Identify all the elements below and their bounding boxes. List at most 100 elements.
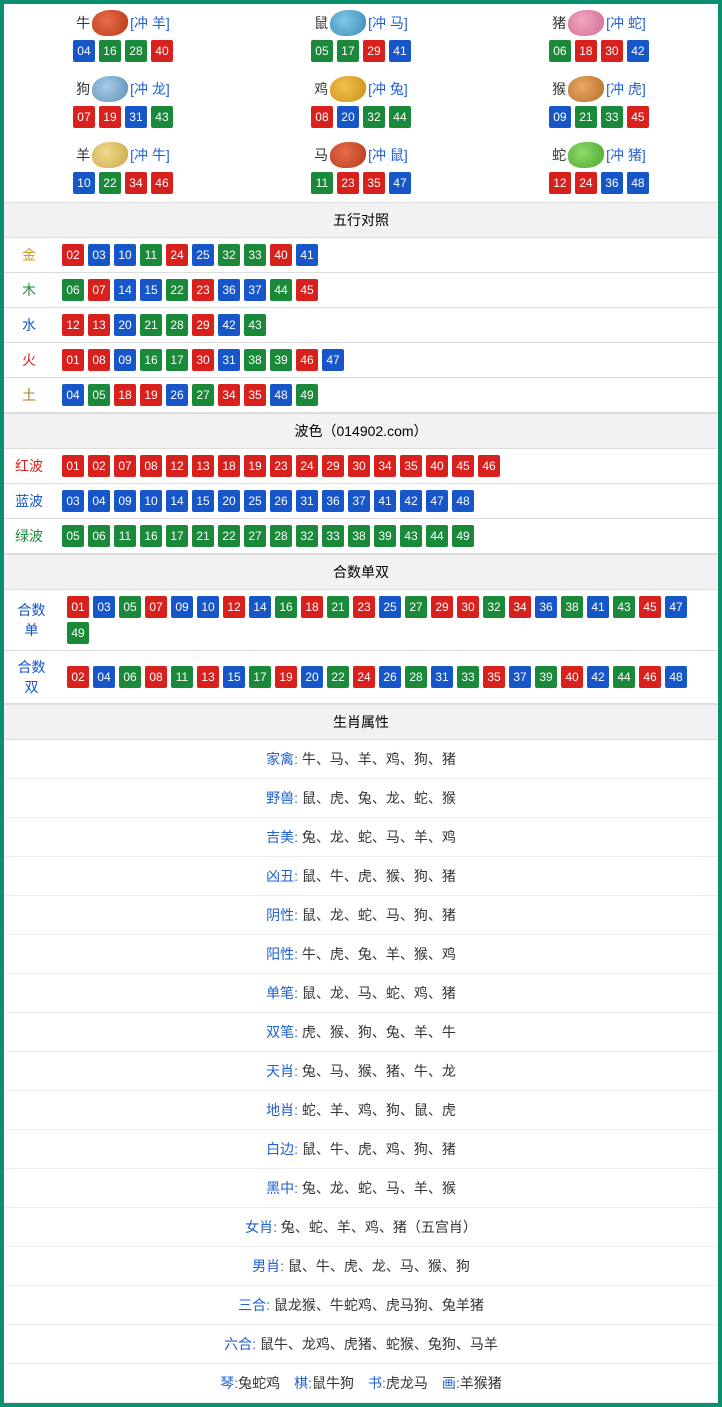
number-badge: 10: [140, 490, 162, 512]
attr-value: 鼠、龙、马、蛇、鸡、猪: [302, 985, 456, 1001]
number-badge: 30: [601, 40, 623, 62]
attr-value: 鼠牛、龙鸡、虎猪、蛇猴、兔狗、马羊: [260, 1336, 498, 1352]
number-badge: 37: [244, 279, 266, 301]
attr-value: 兔、马、猴、猪、牛、龙: [302, 1063, 456, 1079]
number-badge: 24: [575, 172, 597, 194]
number-badge: 05: [88, 384, 110, 406]
attr-key: 天肖:: [266, 1063, 302, 1079]
number-badge: 22: [99, 172, 121, 194]
number-badge: 42: [587, 666, 609, 688]
attr-value: 兔、龙、蛇、马、羊、鸡: [302, 829, 456, 845]
zodiac-name: 狗: [76, 79, 90, 99]
number-badge: 09: [114, 349, 136, 371]
zodiac-name: 鼠: [314, 13, 328, 33]
number-badge: 28: [270, 525, 292, 547]
number-badge: 49: [67, 622, 89, 644]
number-badge: 46: [478, 455, 500, 477]
zodiac-name: 羊: [76, 145, 90, 165]
attr-value: 兔、蛇、羊、鸡、猪（五宫肖）: [281, 1219, 477, 1235]
attr-key: 野兽:: [266, 790, 302, 806]
zodiac-name: 牛: [76, 13, 90, 33]
number-badge: 32: [363, 106, 385, 128]
number-badge: 13: [88, 314, 110, 336]
table-wuxing: 金02031011242532334041木060714152223363744…: [4, 238, 718, 413]
zodiac-cell: 蛇[冲 猪]12243648: [480, 136, 718, 202]
number-badge: 03: [88, 244, 110, 266]
number-badge: 37: [509, 666, 531, 688]
row-numbers: 0108091617303138394647: [54, 343, 718, 378]
number-badge: 11: [114, 525, 136, 547]
zodiac-clash: [冲 蛇]: [606, 13, 646, 33]
number-badge: 20: [301, 666, 323, 688]
number-badge: 18: [575, 40, 597, 62]
attr-row: 黑中: 兔、龙、蛇、马、羊、猴: [4, 1169, 718, 1208]
row-numbers: 0102070812131819232429303435404546: [54, 449, 718, 484]
number-badge: 29: [431, 596, 453, 618]
attr-key: 阳性:: [266, 946, 302, 962]
number-badge: 15: [140, 279, 162, 301]
number-badge: 14: [249, 596, 271, 618]
number-badge: 44: [426, 525, 448, 547]
number-badge: 08: [311, 106, 333, 128]
number-badge: 33: [457, 666, 479, 688]
number-badge: 19: [275, 666, 297, 688]
number-badge: 29: [363, 40, 385, 62]
number-badge: 32: [483, 596, 505, 618]
number-badge: 21: [192, 525, 214, 547]
number-badge: 02: [67, 666, 89, 688]
rooster-icon: [330, 76, 366, 102]
number-badge: 36: [535, 596, 557, 618]
row-label: 红波: [4, 449, 54, 484]
number-badge: 02: [62, 244, 84, 266]
number-badge: 13: [197, 666, 219, 688]
number-badge: 21: [140, 314, 162, 336]
row-label: 土: [4, 378, 54, 413]
monkey-icon: [568, 76, 604, 102]
number-badge: 31: [218, 349, 240, 371]
number-badge: 08: [140, 455, 162, 477]
attr-row: 吉美: 兔、龙、蛇、马、羊、鸡: [4, 818, 718, 857]
zodiac-clash: [冲 龙]: [130, 79, 170, 99]
number-badge: 30: [348, 455, 370, 477]
attr-key: 女肖:: [245, 1219, 281, 1235]
number-badge: 41: [587, 596, 609, 618]
number-badge: 07: [73, 106, 95, 128]
number-badge: 36: [601, 172, 623, 194]
table-row: 合数双0204060811131517192022242628313335373…: [4, 651, 718, 704]
attr-row: 男肖: 鼠、牛、虎、龙、马、猴、狗: [4, 1247, 718, 1286]
number-badge: 12: [549, 172, 571, 194]
number-badge: 31: [431, 666, 453, 688]
row-numbers: 06071415222336374445: [54, 273, 718, 308]
number-badge: 41: [374, 490, 396, 512]
number-badge: 35: [363, 172, 385, 194]
number-badge: 04: [62, 384, 84, 406]
number-badge: 10: [73, 172, 95, 194]
number-badge: 40: [151, 40, 173, 62]
number-badge: 22: [327, 666, 349, 688]
zodiac-cell: 猪[冲 蛇]06183042: [480, 4, 718, 70]
table-row: 土04051819262734354849: [4, 378, 718, 413]
number-badge: 28: [405, 666, 427, 688]
attr-row: 白边: 鼠、牛、虎、鸡、狗、猪: [4, 1130, 718, 1169]
row-numbers: 0103050709101214161821232527293032343638…: [59, 590, 718, 651]
attr-value: 虎、猴、狗、兔、羊、牛: [302, 1024, 456, 1040]
attr-value: 鼠、牛、虎、猴、狗、猪: [302, 868, 456, 884]
number-badge: 06: [62, 279, 84, 301]
attr-key: 三合:: [238, 1297, 274, 1313]
zodiac-clash: [冲 鼠]: [368, 145, 408, 165]
snake-icon: [568, 142, 604, 168]
number-badge: 21: [327, 596, 349, 618]
attr-value: 鼠、龙、蛇、马、狗、猪: [302, 907, 456, 923]
number-badge: 48: [452, 490, 474, 512]
attr-value: 鼠、牛、虎、鸡、狗、猪: [302, 1141, 456, 1157]
group-value: 虎龙马: [386, 1375, 428, 1391]
row-label: 合数单: [4, 590, 59, 651]
number-badge: 10: [114, 244, 136, 266]
number-badge: 08: [88, 349, 110, 371]
number-badge: 16: [140, 525, 162, 547]
number-badge: 05: [311, 40, 333, 62]
number-badge: 14: [114, 279, 136, 301]
attr-value: 蛇、羊、鸡、狗、鼠、虎: [302, 1102, 456, 1118]
number-badge: 40: [426, 455, 448, 477]
number-badge: 38: [561, 596, 583, 618]
